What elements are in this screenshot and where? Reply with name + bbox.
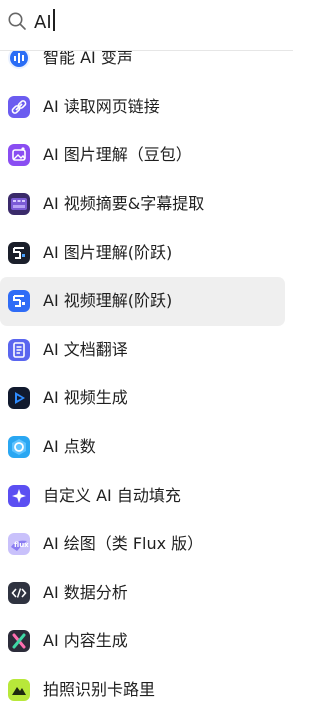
list-item-video-understanding-stepfun[interactable]: AI 视频理解(阶跃)	[0, 276, 285, 326]
mountain-icon	[8, 679, 30, 702]
list-item-image-understanding-stepfun[interactable]: AI 图片理解(阶跃)	[0, 228, 293, 277]
svg-text:flux: flux	[14, 541, 29, 549]
list-item-label: AI 图片理解（豆包）	[43, 145, 192, 165]
list-item-read-webpage-link[interactable]: AI 读取网页链接	[0, 83, 293, 132]
list-item-label: AI 绘图（类 Flux 版）	[43, 534, 204, 554]
stepfun-blue-icon	[8, 290, 30, 313]
list-item-label: 智能 AI 变声	[43, 48, 133, 68]
list-item-video-summary[interactable]: AI 视频摘要&字幕提取	[0, 180, 293, 229]
list-item-label: AI 内容生成	[43, 631, 128, 651]
film-icon	[8, 193, 30, 216]
search-input[interactable]	[34, 8, 284, 36]
code-icon	[8, 581, 30, 604]
list-item-calorie-recognition[interactable]: 拍照识别卡路里	[0, 666, 293, 715]
list-item-video-generation[interactable]: AI 视频生成	[0, 374, 293, 423]
list-item-drawing-flux[interactable]: flux AI 绘图（类 Flux 版）	[0, 520, 293, 569]
list-item-label: AI 视频理解(阶跃)	[43, 291, 173, 311]
list-item-label: AI 文档翻译	[43, 339, 128, 359]
play-icon	[8, 387, 30, 410]
list-item-label: AI 图片理解(阶跃)	[43, 242, 173, 262]
list-item-data-analysis[interactable]: AI 数据分析	[0, 569, 293, 618]
list-item-label: 自定义 AI 自动填充	[43, 485, 181, 505]
list-item-document-translation[interactable]: AI 文档翻译	[0, 326, 293, 375]
list-item-label: AI 视频生成	[43, 388, 128, 408]
image-sparkle-icon	[8, 144, 30, 167]
list-item-label: AI 视频摘要&字幕提取	[43, 194, 205, 214]
sparkle-icon	[8, 484, 30, 507]
list-item-content-generation[interactable]: AI 内容生成	[0, 617, 293, 666]
coin-icon	[8, 436, 30, 459]
search-bar	[0, 0, 293, 51]
flux-icon: flux	[8, 533, 30, 556]
search-icon	[8, 12, 26, 30]
list-item-label: AI 数据分析	[43, 582, 128, 602]
results-list: 智能 AI 变声 AI 读取网页链接 AI 图片理解（豆包） AI 视频摘要&字…	[0, 34, 293, 714]
list-item-label: AI 点数	[43, 437, 96, 457]
list-item-custom-autofill[interactable]: 自定义 AI 自动填充	[0, 471, 293, 520]
link-icon	[8, 95, 30, 118]
document-icon	[8, 338, 30, 361]
list-item-label: AI 读取网页链接	[43, 96, 160, 116]
list-item-ai-points[interactable]: AI 点数	[0, 423, 293, 472]
stepfun-icon	[8, 241, 30, 264]
list-item-label: 拍照识别卡路里	[43, 680, 156, 700]
x-logo-icon	[8, 630, 30, 653]
list-item-image-understanding-doubao[interactable]: AI 图片理解（豆包）	[0, 131, 293, 180]
text-caret	[53, 9, 55, 31]
